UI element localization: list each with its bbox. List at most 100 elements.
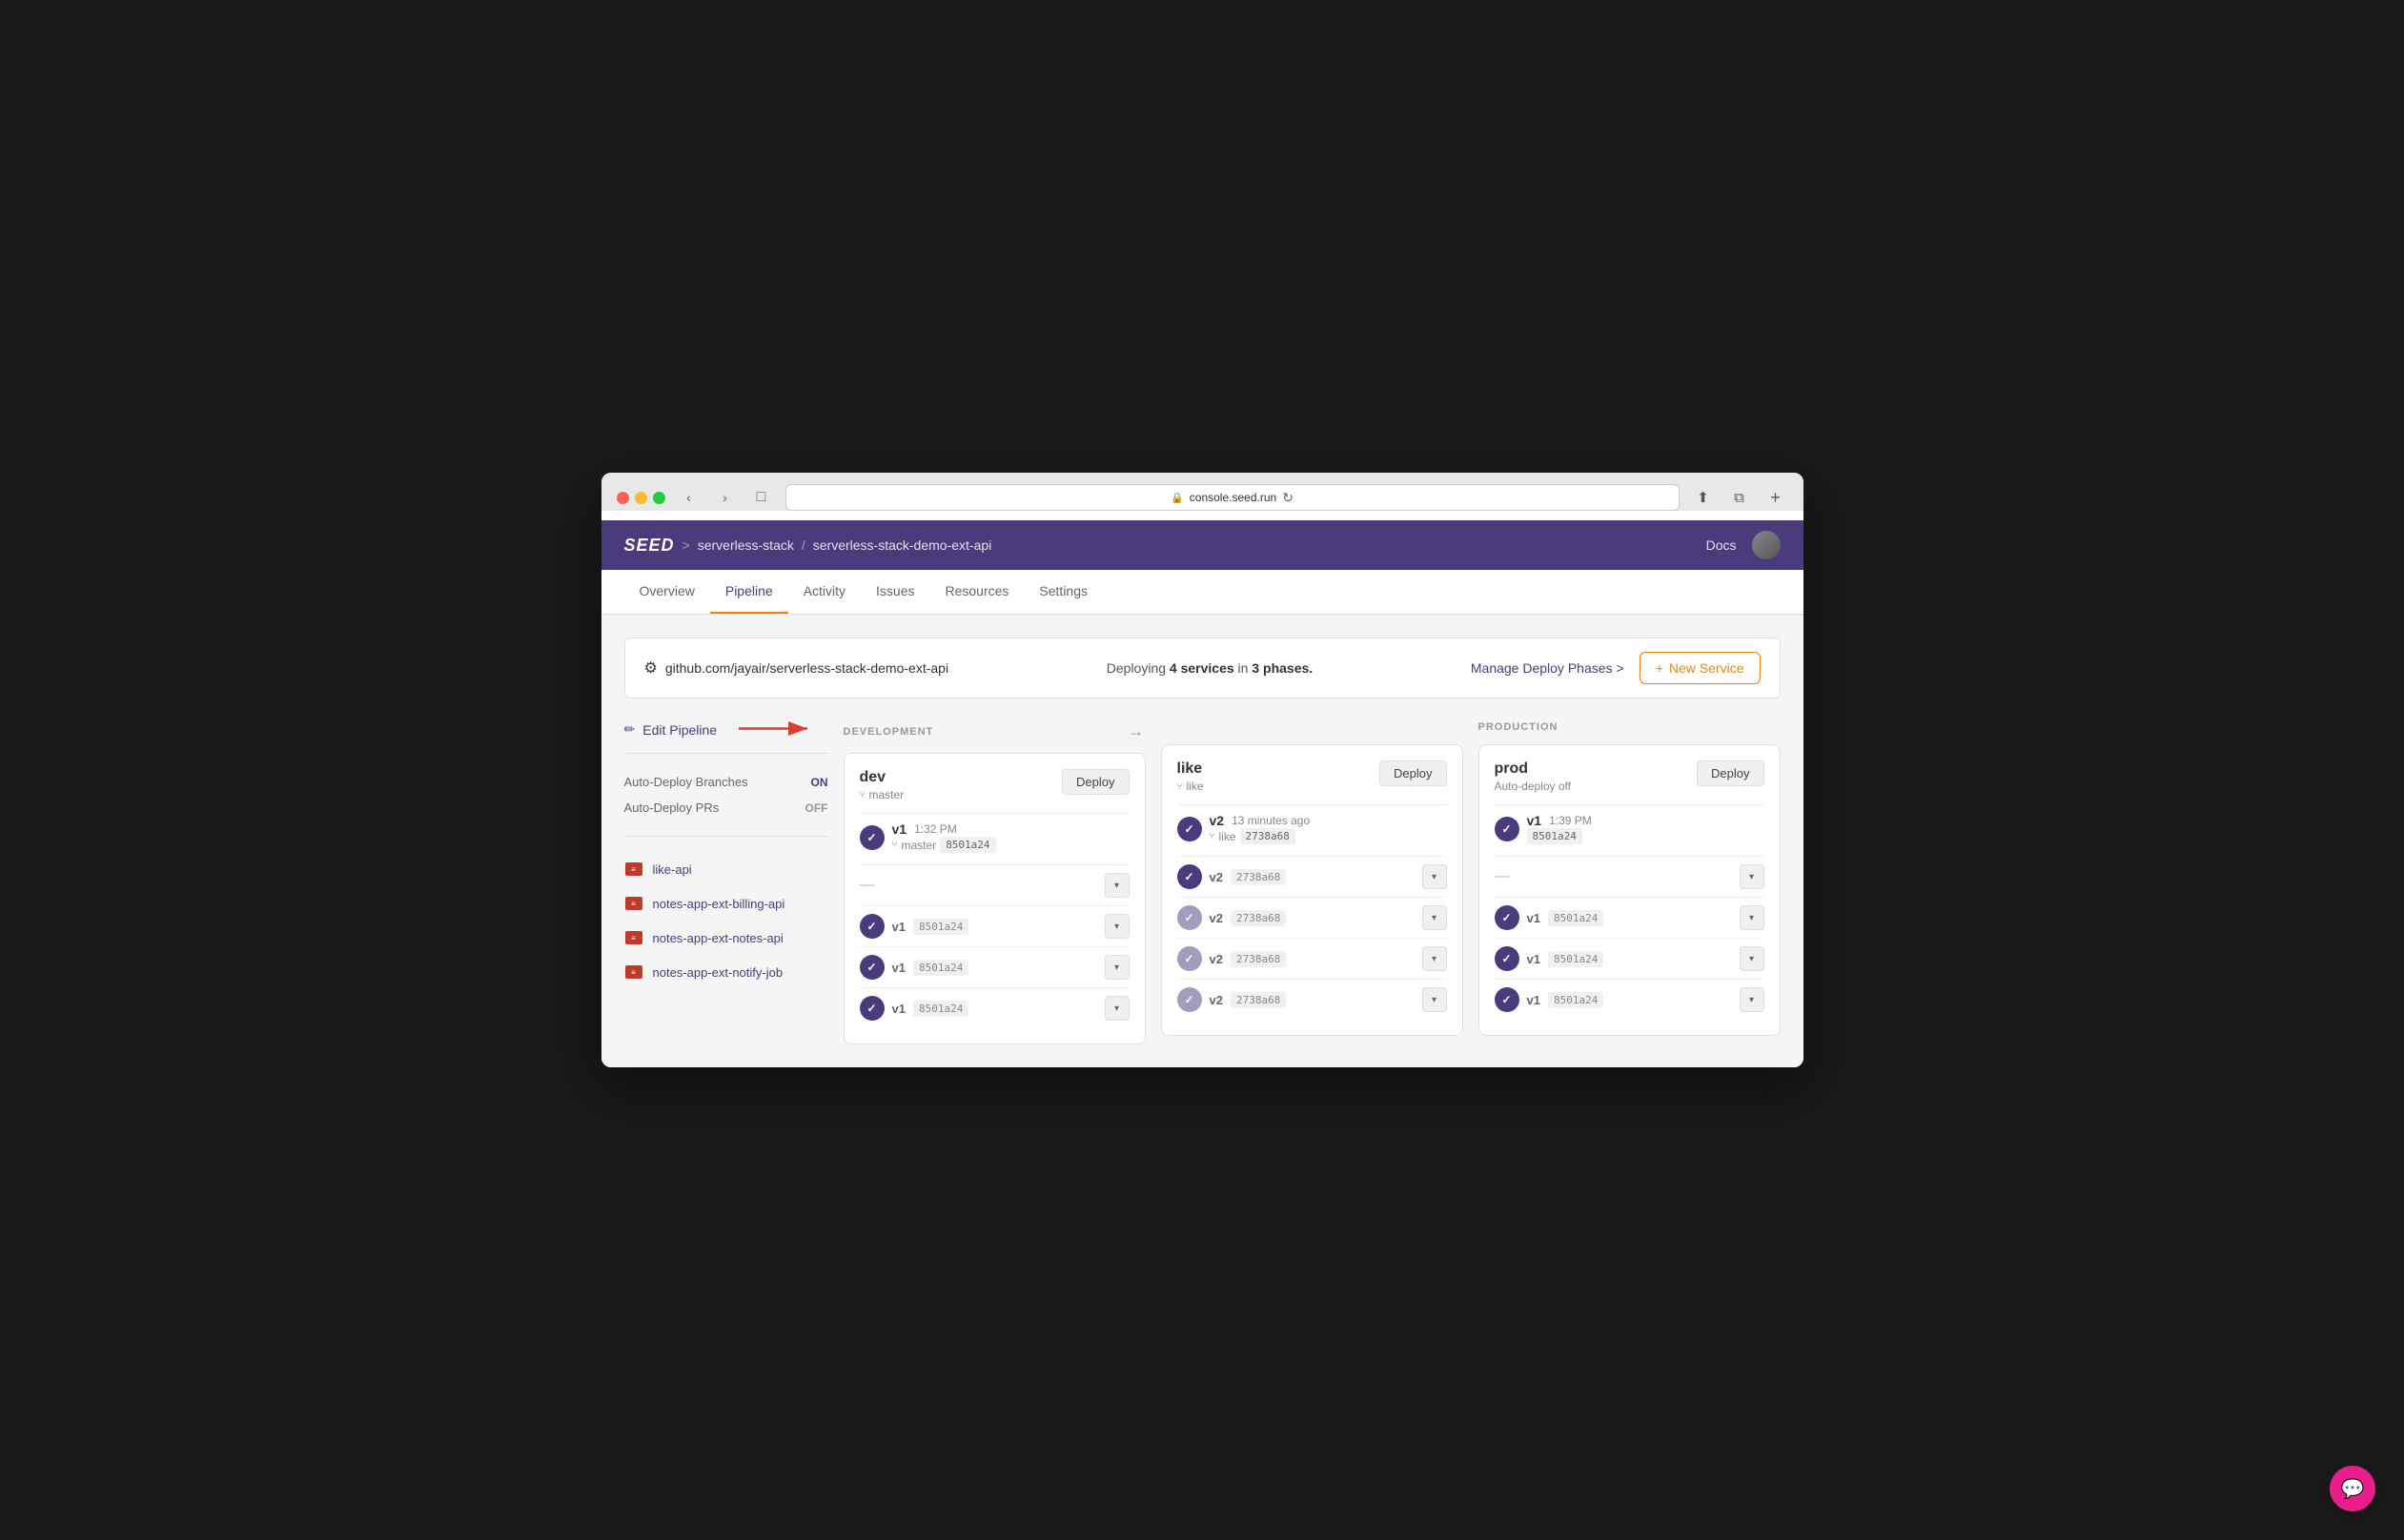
prod-service-check-2 bbox=[1495, 905, 1519, 930]
like-service-commit-2: 2738a68 bbox=[1231, 910, 1286, 926]
tab-issues[interactable]: Issues bbox=[861, 570, 929, 614]
like-stage-card: like ⑂ like Deploy bbox=[1161, 744, 1463, 1036]
prod-sub-label: Auto-deploy off bbox=[1495, 780, 1572, 793]
chat-bubble-button[interactable]: 💬 bbox=[2330, 1466, 2375, 1511]
tab-pipeline[interactable]: Pipeline bbox=[710, 570, 788, 614]
like-dropdown-3[interactable]: ▾ bbox=[1422, 946, 1447, 971]
prod-deploy-button[interactable]: Deploy bbox=[1697, 760, 1763, 786]
new-tab-button[interactable]: + bbox=[1763, 487, 1788, 508]
edit-pipeline-button[interactable]: ✏ Edit Pipeline bbox=[624, 721, 828, 738]
sidebar-service-like-api[interactable]: like-api bbox=[624, 852, 828, 886]
breadcrumb-slash: / bbox=[802, 537, 805, 553]
dev-dropdown-3[interactable]: ▾ bbox=[1105, 955, 1130, 980]
like-service-version-4: v2 bbox=[1210, 993, 1223, 1007]
dev-service-row-3-left: v1 8501a24 bbox=[860, 955, 969, 980]
docs-link[interactable]: Docs bbox=[1706, 537, 1737, 553]
service-name-billing-api: notes-app-ext-billing-api bbox=[653, 897, 785, 911]
prod-dropdown-4[interactable]: ▾ bbox=[1740, 987, 1764, 1012]
new-window-button[interactable]: ⧉ bbox=[1727, 487, 1752, 508]
tab-overview[interactable]: Overview bbox=[624, 570, 710, 614]
forward-button[interactable]: › bbox=[713, 487, 738, 508]
dev-service-row-4-left: v1 8501a24 bbox=[860, 996, 969, 1021]
like-service-row-3-left: v2 2738a68 bbox=[1177, 946, 1287, 971]
back-button[interactable]: ‹ bbox=[677, 487, 702, 508]
prod-dash-1: — bbox=[1495, 868, 1510, 885]
sidebar-service-billing-api[interactable]: notes-app-ext-billing-api bbox=[624, 886, 828, 921]
dev-commit-info: ⑂ master 8501a24 bbox=[892, 837, 996, 853]
like-dropdown-1[interactable]: ▾ bbox=[1422, 864, 1447, 889]
close-dot[interactable] bbox=[617, 492, 629, 504]
prod-service-row-3: v1 8501a24 ▾ bbox=[1495, 938, 1764, 979]
service-icon-notify-job bbox=[624, 964, 643, 980]
prod-service-commit-3: 8501a24 bbox=[1548, 951, 1603, 967]
prod-dropdown-2[interactable]: ▾ bbox=[1740, 905, 1764, 930]
browser-chrome: ‹ › □ 🔒 console.seed.run ↻ ⬆ ⧉ + bbox=[601, 473, 1803, 511]
minimize-dot[interactable] bbox=[635, 492, 647, 504]
like-branch-label: like bbox=[1187, 780, 1204, 793]
top-bar-right: Manage Deploy Phases > + New Service bbox=[1471, 652, 1761, 684]
maximize-dot[interactable] bbox=[653, 492, 665, 504]
like-stage-branch: ⑂ like bbox=[1177, 780, 1204, 793]
like-service-row-4-left: v2 2738a68 bbox=[1177, 987, 1287, 1012]
production-column: PRODUCTION prod Auto-deploy off bbox=[1478, 721, 1781, 1044]
dev-deploy-button[interactable]: Deploy bbox=[1062, 769, 1129, 795]
dev-dropdown-1[interactable]: ▾ bbox=[1105, 873, 1130, 898]
service-icon-inner-4 bbox=[625, 965, 642, 979]
breadcrumb-org[interactable]: serverless-stack bbox=[698, 537, 794, 553]
tab-resources[interactable]: Resources bbox=[930, 570, 1025, 614]
manage-deploy-phases-link[interactable]: Manage Deploy Phases > bbox=[1471, 660, 1624, 676]
like-deploy-details: v2 13 minutes ago ⑂ like 2738a68 bbox=[1210, 813, 1311, 844]
like-column: PLACEHOLDER like ⑂ like bbox=[1161, 721, 1463, 1044]
chat-icon: 💬 bbox=[2341, 1477, 2365, 1501]
like-service-version-2: v2 bbox=[1210, 911, 1223, 925]
tab-settings[interactable]: Settings bbox=[1024, 570, 1103, 614]
dev-service-row-4: v1 8501a24 ▾ bbox=[860, 987, 1130, 1028]
like-service-row-1-left: v2 2738a68 bbox=[1177, 864, 1287, 889]
service-name-notes-api: notes-app-ext-notes-api bbox=[653, 931, 784, 945]
service-icon-like-api bbox=[624, 861, 643, 877]
dev-dropdown-4[interactable]: ▾ bbox=[1105, 996, 1130, 1021]
share-button[interactable]: ⬆ bbox=[1691, 487, 1716, 508]
service-icon-inner bbox=[625, 862, 642, 876]
like-service-row-3: v2 2738a68 ▾ bbox=[1177, 938, 1447, 979]
like-commit-badge: 2738a68 bbox=[1240, 828, 1295, 844]
like-dropdown-2[interactable]: ▾ bbox=[1422, 905, 1447, 930]
address-bar[interactable]: 🔒 console.seed.run ↻ bbox=[785, 484, 1680, 511]
like-service-check-2 bbox=[1177, 905, 1202, 930]
new-service-button[interactable]: + New Service bbox=[1640, 652, 1761, 684]
prod-dropdown-1[interactable]: ▾ bbox=[1740, 864, 1764, 889]
tab-activity[interactable]: Activity bbox=[788, 570, 861, 614]
sidebar-divider-1 bbox=[624, 753, 828, 754]
prod-service-row-1: — ▾ bbox=[1495, 856, 1764, 897]
url-text: console.seed.run bbox=[1190, 491, 1276, 504]
like-service-version-1: v2 bbox=[1210, 870, 1223, 884]
like-deploy-button[interactable]: Deploy bbox=[1379, 760, 1446, 786]
manage-link-text: Manage Deploy Phases bbox=[1471, 660, 1613, 676]
tab-view-button[interactable]: □ bbox=[749, 487, 774, 508]
top-bar: ⚙ github.com/jayair/serverless-stack-dem… bbox=[624, 638, 1781, 699]
prod-service-row-2-left: v1 8501a24 bbox=[1495, 905, 1604, 930]
prod-dropdown-3[interactable]: ▾ bbox=[1740, 946, 1764, 971]
prod-stage-header: prod Auto-deploy off Deploy bbox=[1495, 760, 1764, 793]
sidebar-service-notes-api[interactable]: notes-app-ext-notes-api bbox=[624, 921, 828, 955]
github-url[interactable]: github.com/jayair/serverless-stack-demo-… bbox=[665, 660, 948, 676]
breadcrumb-repo[interactable]: serverless-stack-demo-ext-api bbox=[813, 537, 992, 553]
prod-service-row-2: v1 8501a24 ▾ bbox=[1495, 897, 1764, 938]
production-header: PRODUCTION bbox=[1478, 721, 1781, 733]
content-layout: ✏ Edit Pipeline bbox=[624, 721, 1781, 1044]
prod-service-version-3: v1 bbox=[1527, 952, 1540, 966]
deploy-info-label: Deploying bbox=[1107, 660, 1166, 676]
like-dropdown-4[interactable]: ▾ bbox=[1422, 987, 1447, 1012]
dev-service-row-2: v1 8501a24 ▾ bbox=[860, 905, 1130, 946]
auto-deploy-prs-label: Auto-Deploy PRs bbox=[624, 800, 720, 815]
sidebar-service-notify-job[interactable]: notes-app-ext-notify-job bbox=[624, 955, 828, 989]
dev-service-version-2: v1 bbox=[892, 920, 906, 934]
service-name-notify-job: notes-app-ext-notify-job bbox=[653, 965, 784, 980]
prod-service-version-4: v1 bbox=[1527, 993, 1540, 1007]
prod-service-check-4 bbox=[1495, 987, 1519, 1012]
branch-icon-4: ⑂ bbox=[1210, 831, 1215, 841]
dev-dropdown-2[interactable]: ▾ bbox=[1105, 914, 1130, 939]
auto-deploy-branches-label: Auto-Deploy Branches bbox=[624, 775, 748, 789]
prod-service-check-3 bbox=[1495, 946, 1519, 971]
avatar[interactable] bbox=[1752, 531, 1781, 559]
